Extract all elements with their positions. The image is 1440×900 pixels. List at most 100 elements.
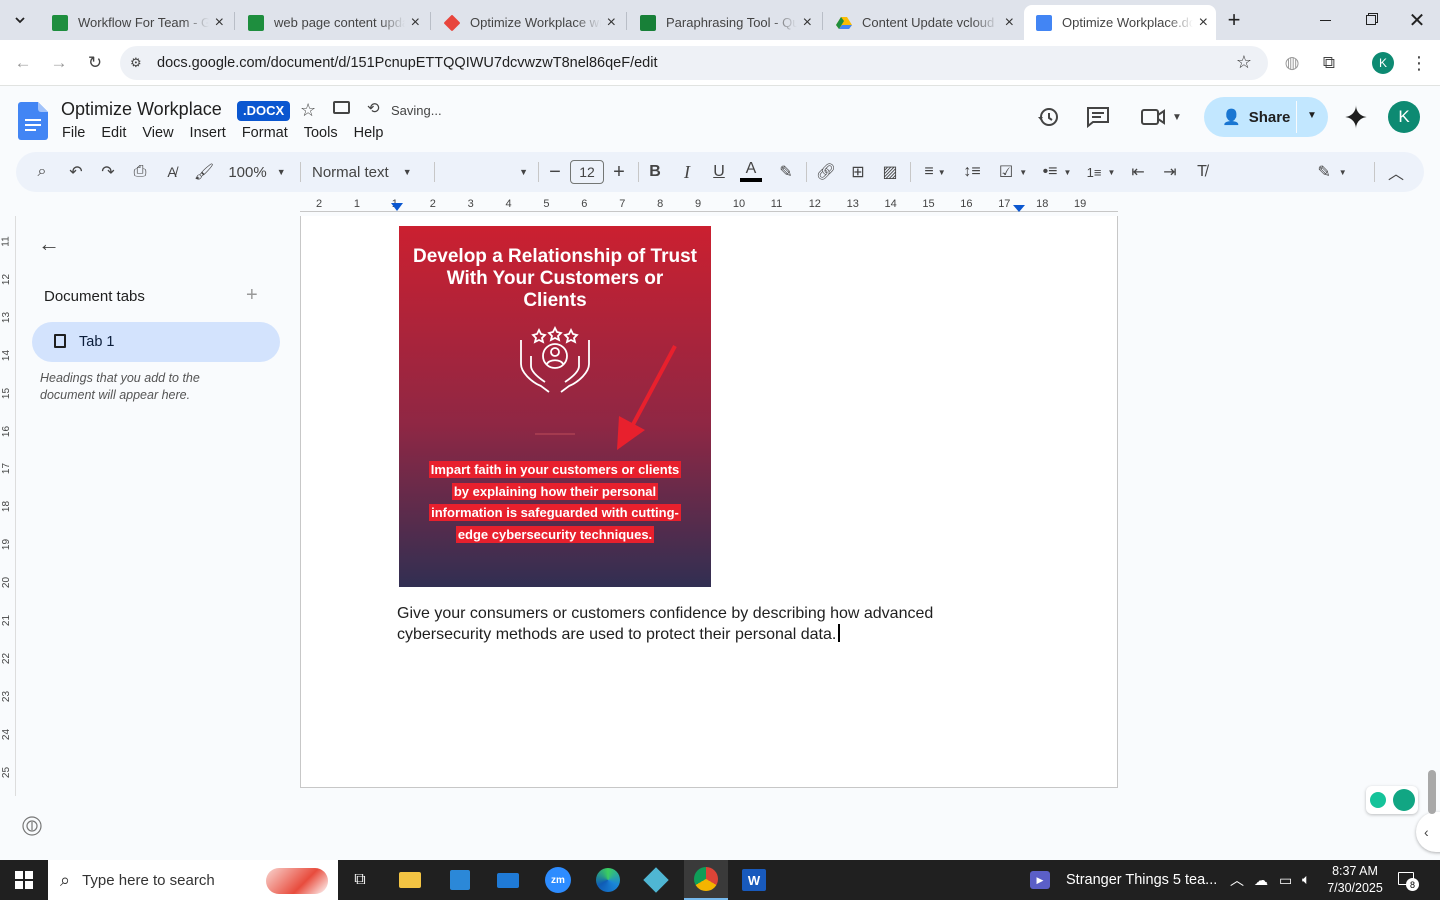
share-button[interactable]: 👤 Share ▼ bbox=[1204, 97, 1328, 137]
clear-formatting-button[interactable]: T̸ bbox=[1190, 152, 1214, 192]
browser-tab-5[interactable]: Content Update vcloud × bbox=[824, 5, 1022, 40]
browser-tab-2[interactable]: web page content upda × bbox=[236, 5, 428, 40]
paragraph-style-select[interactable]: Normal text ▼ bbox=[312, 152, 424, 192]
spellcheck-button[interactable]: A̸ bbox=[160, 152, 184, 192]
document-image[interactable]: Develop a Relationship of Trust With You… bbox=[399, 226, 711, 587]
italic-button[interactable]: I bbox=[676, 152, 698, 192]
browser-tab-6[interactable]: Optimize Workplace.do × bbox=[1024, 5, 1216, 40]
menu-insert[interactable]: Insert bbox=[190, 125, 226, 141]
docs-logo-icon[interactable] bbox=[18, 102, 48, 140]
increase-font-size-button[interactable]: + bbox=[608, 152, 630, 192]
close-icon[interactable]: × bbox=[607, 14, 616, 32]
right-indent-marker[interactable] bbox=[1013, 205, 1025, 212]
file-explorer-button[interactable] bbox=[390, 864, 430, 896]
decrease-indent-button[interactable]: ⇤ bbox=[1126, 152, 1150, 192]
menu-view[interactable]: View bbox=[142, 125, 173, 141]
close-icon[interactable]: × bbox=[1005, 14, 1014, 32]
menu-tools[interactable]: Tools bbox=[304, 125, 338, 141]
back-arrow-icon[interactable]: ← bbox=[38, 231, 60, 257]
comments-icon[interactable] bbox=[1086, 106, 1110, 128]
browser-tab-4[interactable]: Paraphrasing Tool - Qui × bbox=[628, 5, 820, 40]
paint-format-button[interactable]: 🖌 bbox=[192, 152, 216, 192]
word-button[interactable]: W bbox=[734, 864, 774, 896]
store-button[interactable] bbox=[440, 864, 480, 896]
account-avatar[interactable]: K bbox=[1388, 101, 1420, 133]
version-history-icon[interactable] bbox=[1036, 105, 1060, 129]
bulleted-list-button[interactable]: •≡ ▼ bbox=[1038, 152, 1076, 192]
checklist-button[interactable]: ☑ ▼ bbox=[994, 152, 1032, 192]
font-size-input[interactable]: 12 bbox=[570, 152, 604, 192]
increase-indent-button[interactable]: ⇥ bbox=[1158, 152, 1182, 192]
zoom-select[interactable]: 100% ▼ bbox=[222, 152, 292, 192]
document-page[interactable]: Develop a Relationship of Trust With You… bbox=[300, 216, 1118, 788]
url-text[interactable]: docs.google.com/document/d/151PcnupETTQQ… bbox=[157, 55, 658, 71]
close-window-button[interactable]: ✕ bbox=[1394, 0, 1440, 40]
bold-button[interactable]: B bbox=[644, 152, 666, 192]
highlight-button[interactable]: ✎ bbox=[774, 152, 798, 192]
tab-search-button[interactable] bbox=[2, 0, 38, 40]
chevron-up-icon[interactable]: ︿ bbox=[1230, 870, 1244, 890]
hide-menus-button[interactable]: ︿ bbox=[1384, 152, 1408, 192]
forward-button[interactable]: → bbox=[44, 48, 74, 78]
fingerprint-icon[interactable] bbox=[22, 816, 42, 836]
document-tab-item[interactable]: Tab 1 bbox=[32, 322, 280, 362]
insert-link-button[interactable]: 🔗︎ bbox=[814, 152, 838, 192]
share-dropdown-icon[interactable]: ▼ bbox=[1307, 110, 1317, 121]
move-folder-icon[interactable] bbox=[333, 101, 350, 114]
chrome-button[interactable] bbox=[684, 860, 728, 900]
align-button[interactable]: ≡ ▼ bbox=[918, 152, 952, 192]
page-scrollbar[interactable] bbox=[1428, 770, 1436, 814]
numbered-list-button[interactable]: 1≡ ▼ bbox=[1082, 152, 1120, 192]
underline-button[interactable]: U bbox=[708, 152, 730, 192]
reload-button[interactable]: ↻ bbox=[80, 48, 110, 78]
menu-help[interactable]: Help bbox=[354, 125, 384, 141]
gemini-icon[interactable] bbox=[1344, 105, 1368, 129]
edge-button[interactable] bbox=[588, 864, 628, 896]
star-icon[interactable]: ☆ bbox=[300, 100, 316, 121]
insert-image-button[interactable]: ▨ bbox=[878, 152, 902, 192]
network-icon[interactable]: ▭ bbox=[1279, 872, 1292, 889]
translate-button[interactable]: ◍ bbox=[1277, 48, 1307, 78]
side-panel-toggle[interactable]: ‹ bbox=[1416, 812, 1440, 852]
task-view-button[interactable]: ⧉ bbox=[340, 864, 380, 896]
font-family-select[interactable]: ▼ bbox=[446, 152, 528, 192]
app-button[interactable] bbox=[636, 864, 676, 896]
site-info-icon[interactable]: ⚙ bbox=[130, 55, 142, 71]
onedrive-icon[interactable]: ☁ bbox=[1254, 872, 1268, 889]
text-color-button[interactable]: A bbox=[738, 152, 764, 192]
new-tab-button[interactable]: + bbox=[1212, 0, 1256, 40]
vertical-ruler[interactable]: 11 12 13 14 15 16 17 18 19 20 21 22 23 24 25 bbox=[0, 216, 16, 796]
url-box[interactable]: ⚙ docs.google.com/document/d/151PcnupETT… bbox=[120, 46, 1268, 80]
mail-button[interactable] bbox=[488, 864, 528, 896]
insert-comment-button[interactable]: ⊞ bbox=[846, 152, 870, 192]
browser-tab-3[interactable]: Optimize Workplace wit × bbox=[432, 5, 624, 40]
doc-title[interactable]: Optimize Workplace bbox=[61, 99, 222, 120]
decrease-font-size-button[interactable]: − bbox=[544, 152, 566, 192]
browser-tab-1[interactable]: Workflow For Team - Go × bbox=[40, 5, 232, 40]
search-menus-button[interactable]: ⌕ bbox=[30, 152, 54, 192]
grammarly-widget[interactable] bbox=[1366, 786, 1418, 814]
extensions-button[interactable]: ⧉ bbox=[1314, 48, 1344, 78]
profile-button[interactable]: K bbox=[1368, 48, 1398, 78]
meet-button[interactable]: ▼ bbox=[1140, 107, 1182, 127]
left-indent-marker[interactable] bbox=[391, 203, 403, 211]
line-spacing-button[interactable]: ↕≡ bbox=[960, 152, 984, 192]
close-icon[interactable]: × bbox=[1199, 14, 1208, 32]
menu-format[interactable]: Format bbox=[242, 125, 288, 141]
close-icon[interactable]: × bbox=[411, 14, 420, 32]
media-widget[interactable]: ▶ Stranger Things 5 tea... bbox=[1030, 860, 1217, 900]
clock[interactable]: 8:37 AM 7/30/2025 bbox=[1326, 863, 1384, 897]
undo-button[interactable]: ↶ bbox=[64, 152, 88, 192]
minimize-button[interactable] bbox=[1302, 0, 1348, 40]
horizontal-ruler[interactable]: 2 1 1 2 3 4 5 6 7 8 9 10 11 12 13 14 15 16 17 18 19 bbox=[300, 196, 1118, 216]
taskbar-search[interactable]: ⌕ Type here to search bbox=[48, 860, 338, 900]
start-button[interactable] bbox=[4, 864, 44, 896]
menu-file[interactable]: File bbox=[62, 125, 85, 141]
close-icon[interactable]: × bbox=[803, 14, 812, 32]
back-button[interactable]: ← bbox=[8, 48, 38, 78]
print-button[interactable]: ⎙ bbox=[128, 152, 152, 192]
restore-button[interactable] bbox=[1348, 0, 1394, 40]
menu-edit[interactable]: Edit bbox=[101, 125, 126, 141]
zoom-app-button[interactable]: zm bbox=[538, 864, 578, 896]
browser-menu-button[interactable]: ⋮ bbox=[1404, 48, 1434, 78]
